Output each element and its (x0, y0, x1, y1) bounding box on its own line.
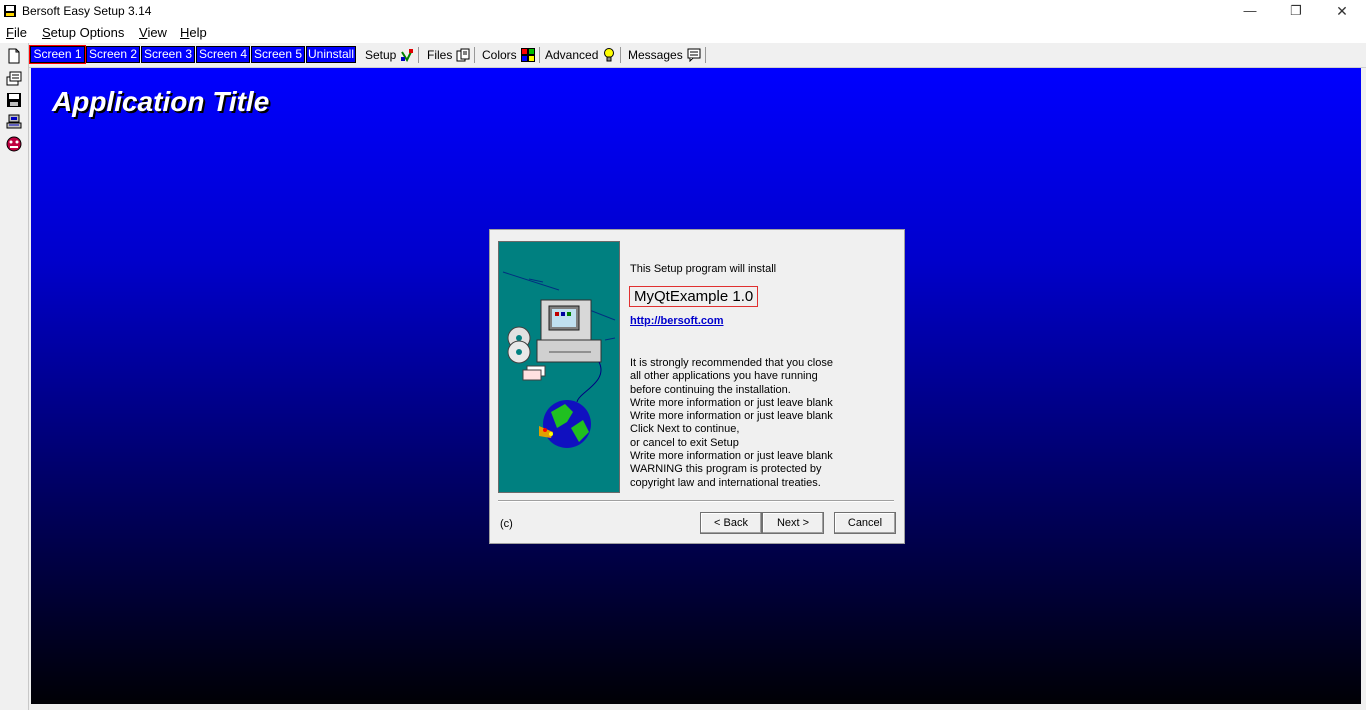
menu-setup-options[interactable]: Setup Options (42, 25, 124, 40)
tab-colors-label: Colors (482, 48, 517, 62)
run-icon[interactable] (5, 135, 23, 153)
tab-uninstall[interactable]: Uninstall (306, 46, 356, 63)
tab-screen-4[interactable]: Screen 4 (196, 46, 250, 63)
status-strip (31, 704, 1361, 710)
menu-view[interactable]: View (139, 25, 167, 40)
tab-messages[interactable]: Messages (628, 47, 706, 63)
left-toolbar (0, 43, 29, 710)
back-button[interactable]: < Back (700, 512, 762, 534)
copyright-text: (c) (500, 518, 513, 530)
save-icon[interactable] (5, 91, 23, 109)
dialog-body-text: It is strongly recommended that you clos… (630, 357, 833, 490)
tab-files-label: Files (427, 48, 453, 62)
tab-screen-2[interactable]: Screen 2 (86, 46, 140, 63)
build-icon[interactable] (5, 113, 23, 131)
lightbulb-icon (604, 48, 615, 62)
body-line: Write more information or just leave bla… (630, 396, 833, 409)
files-icon (456, 48, 470, 62)
preview-canvas: Application Title This Setup program wil… (31, 68, 1361, 704)
open-icon[interactable] (5, 69, 23, 87)
dialog-separator (498, 500, 894, 502)
body-line: Write more information or just leave bla… (630, 450, 833, 463)
minimize-button[interactable]: — (1227, 0, 1273, 23)
tab-advanced-label: Advanced (545, 48, 599, 62)
app-icon (4, 5, 16, 17)
intro-text: This Setup program will install (630, 263, 777, 275)
next-button[interactable]: Next > (762, 512, 824, 534)
new-file-icon[interactable] (5, 47, 23, 65)
tab-screen-3[interactable]: Screen 3 (141, 46, 195, 63)
window-title: Bersoft Easy Setup 3.14 (22, 4, 152, 18)
menu-setup-options-label: etup Options (50, 25, 125, 40)
menu-file-accel: F (6, 25, 14, 40)
body-line: Write more information or just leave bla… (630, 410, 833, 423)
tab-row: Screen 1 Screen 2 Screen 3 Screen 4 Scre… (0, 43, 1366, 68)
computer-globe-illustration (502, 271, 616, 448)
body-line: It is strongly recommended that you clos… (630, 357, 833, 369)
tab-advanced[interactable]: Advanced (545, 47, 622, 63)
menu-bar: File Setup Options View Help (0, 23, 1366, 43)
tab-files[interactable]: Files (427, 47, 476, 63)
body-line: or cancel to exit Setup (630, 436, 739, 449)
body-line: all other applications you have running (630, 370, 818, 383)
close-button[interactable]: ✕ (1319, 0, 1365, 23)
body-line: Click Next to continue, (630, 423, 740, 436)
colors-icon (520, 48, 535, 62)
title-bar: Bersoft Easy Setup 3.14 — ❐ ✕ (0, 0, 1366, 23)
tab-colors[interactable]: Colors (482, 47, 540, 63)
body-line: WARNING this program is protected by (630, 463, 822, 476)
menu-help[interactable]: Help (180, 25, 207, 40)
menu-file[interactable]: File (6, 25, 27, 40)
website-link[interactable]: http://bersoft.com (630, 315, 724, 327)
tab-setup[interactable]: Setup (365, 47, 420, 63)
menu-file-label: ile (13, 25, 27, 40)
product-name: MyQtExample 1.0 (629, 286, 759, 307)
cancel-button[interactable]: Cancel (834, 512, 896, 534)
menu-help-label: elp (189, 25, 207, 40)
menu-help-accel: H (180, 25, 190, 40)
tab-setup-label: Setup (365, 48, 397, 62)
body-line: copyright law and international treaties… (630, 476, 821, 489)
tab-messages-label: Messages (628, 48, 683, 62)
tab-screen-5[interactable]: Screen 5 (251, 46, 305, 63)
menu-view-label: iew (147, 25, 167, 40)
menu-setup-options-accel: S (42, 25, 51, 40)
message-icon (687, 48, 701, 62)
setup-icon (401, 49, 414, 62)
wizard-image (498, 241, 620, 493)
tab-screen-1[interactable]: Screen 1 (29, 45, 86, 64)
application-title: Application Title (52, 86, 270, 117)
setup-dialog: This Setup program will install MyQtExam… (489, 229, 905, 544)
maximize-button[interactable]: ❐ (1273, 0, 1319, 23)
body-line: before continuing the installation. (630, 383, 791, 396)
